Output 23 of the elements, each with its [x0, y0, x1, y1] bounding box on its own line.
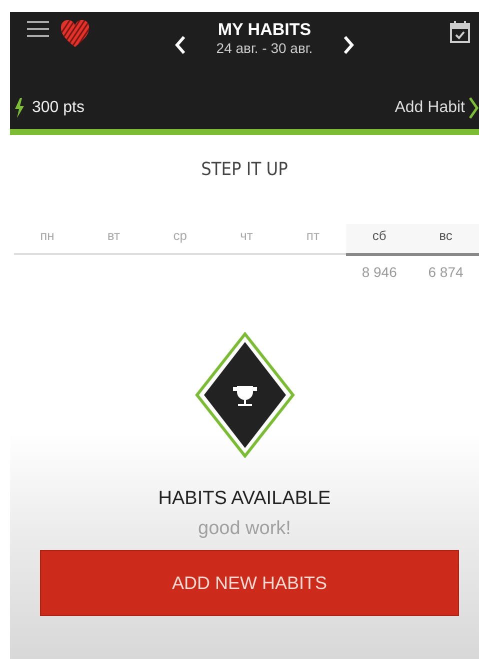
- heart-logo-icon: [60, 20, 90, 48]
- trophy-badge-icon: [194, 332, 294, 458]
- section-title: STEP IT UP: [200, 159, 289, 180]
- step-count: 6 874: [428, 264, 464, 280]
- day-tab[interactable]: ср: [146, 224, 214, 255]
- lightning-icon: [14, 98, 24, 118]
- points-label: 300 pts: [32, 99, 84, 117]
- day-tab[interactable]: вт: [80, 224, 147, 255]
- page-title: MY HABITS: [218, 20, 312, 40]
- status-subtitle: good work!: [197, 518, 292, 540]
- add-new-habits-button[interactable]: ADD NEW HABITS: [40, 550, 459, 616]
- next-week-button[interactable]: [342, 35, 355, 55]
- menu-icon[interactable]: [26, 20, 50, 38]
- calendar-icon[interactable]: [448, 20, 471, 44]
- add-habit-button[interactable]: Add Habit: [394, 97, 479, 119]
- date-range: 24 авг. - 30 авг.: [216, 40, 313, 56]
- day-tab[interactable]: чт: [213, 224, 280, 255]
- day-tab[interactable]: сб: [346, 224, 413, 256]
- step-count: 8 946: [362, 264, 397, 280]
- day-tab[interactable]: пн: [14, 224, 80, 255]
- status-title: HABITS AVAILABLE: [157, 488, 332, 510]
- previous-week-button[interactable]: [174, 35, 186, 55]
- day-tab[interactable]: вс: [412, 224, 479, 256]
